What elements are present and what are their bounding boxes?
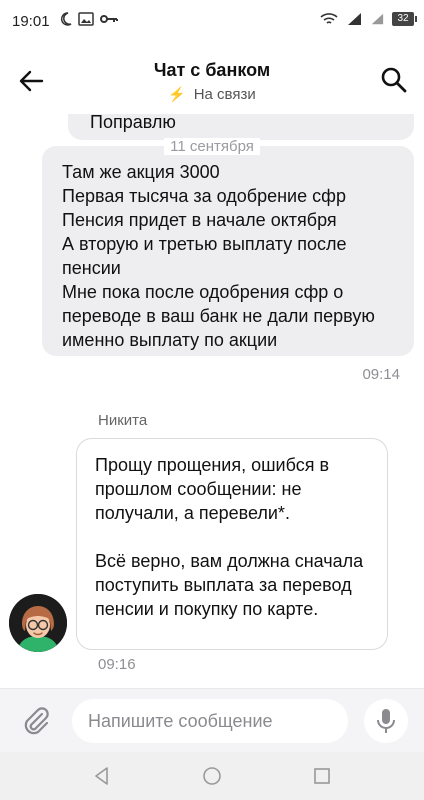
nav-back-icon[interactable] [92,766,112,786]
lightning-icon: ⚡ [168,86,186,102]
chat-title: Чат с банком [153,60,271,80]
message-composer [0,688,424,753]
agent-message: Прощу прощения, ошибся в прошлом сообщен… [76,438,388,650]
avatar [9,594,67,652]
message-time: 09:14 [362,366,400,383]
message-text: Поправлю [90,114,176,132]
message-line: переводе в ваш банк не дали первую [62,306,375,326]
system-nav-bar [0,752,424,800]
date-separator-label: 11 сентября [164,138,260,155]
chat-header: Чат с банком ⚡ На связи [0,44,424,114]
agent-name: Никита [98,412,148,429]
message-line: Пенсия придет в начале октября [62,210,337,230]
status-bar: 19:01 32 [0,0,424,44]
message-text: Прощу прощения, ошибся в прошлом сообщен… [95,455,364,619]
nav-home-icon[interactable] [202,766,222,786]
microphone-button[interactable] [364,699,408,743]
message-text: Там же акция 3000 Первая тысяча за одобр… [62,160,375,352]
message-line: именно выплату по акции [62,330,278,350]
nav-recents-icon[interactable] [312,766,332,786]
message-time: 09:16 [98,656,136,673]
battery-icon: 32 [392,12,417,26]
user-message: Там же акция 3000 Первая тысяча за одобр… [42,146,414,356]
online-status: ⚡ На связи [0,86,424,103]
online-status-label: На связи [193,86,256,103]
message-line: Первая тысяча за одобрение сфр [62,186,346,206]
signal-icon [348,13,361,25]
message-line: Там же акция 3000 [62,162,220,182]
message-input[interactable] [72,699,348,743]
message-line: Мне пока после одобрения сфр о [62,282,344,302]
user-message-previous: Поправлю [68,114,414,140]
key-icon [100,15,118,23]
image-icon [78,12,94,26]
chat-messages[interactable]: Поправлю Там же акция 3000 Первая тысяча… [0,114,424,688]
wifi-icon [320,13,338,24]
microphone-icon [377,709,395,733]
status-time: 19:01 [12,13,50,30]
date-separator: 11 сентября [0,138,424,155]
search-icon[interactable] [378,64,410,96]
paperclip-icon[interactable] [20,705,52,737]
moon-icon [60,12,72,26]
signal-icon-2 [371,13,384,25]
message-line: А вторую и третью выплату после [62,234,347,254]
message-line: пенсии [62,258,121,278]
agent-avatar-icon [9,594,67,652]
